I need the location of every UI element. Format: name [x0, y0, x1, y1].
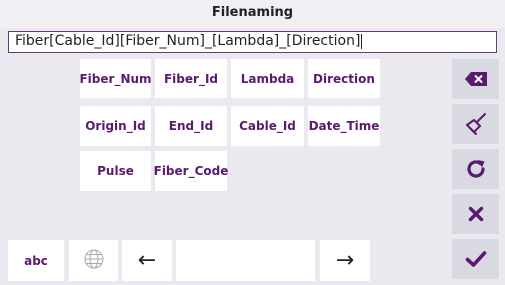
refresh-button[interactable] [452, 149, 499, 189]
clear-button[interactable] [452, 104, 499, 144]
text-cursor [361, 33, 363, 49]
key-fiber-id[interactable]: Fiber_Id [155, 59, 227, 98]
cursor-left-button[interactable]: ← [122, 240, 172, 281]
key-cable-id[interactable]: Cable_Id [231, 106, 304, 146]
cursor-right-button[interactable]: → [320, 240, 370, 281]
key-pulse[interactable]: Pulse [80, 151, 151, 191]
key-direction[interactable]: Direction [308, 59, 380, 98]
close-icon [468, 206, 484, 222]
dialog-title: Filenaming [0, 0, 505, 28]
filename-value: Fiber[Cable_Id][Fiber_Num]_[Lambda]_[Dir… [15, 33, 361, 49]
key-fiber-code[interactable]: Fiber_Code [154, 151, 228, 191]
backspace-button[interactable] [452, 59, 499, 99]
key-date-time[interactable]: Date_Time [308, 106, 380, 146]
confirm-check-icon [465, 250, 487, 268]
key-fiber-num[interactable]: Fiber_Num [79, 59, 152, 98]
key-lambda[interactable]: Lambda [231, 59, 304, 98]
language-button[interactable] [69, 240, 118, 281]
space-button[interactable] [176, 240, 315, 281]
abc-keyboard-button[interactable]: abc [8, 240, 64, 281]
key-origin-id[interactable]: Origin_Id [80, 106, 151, 146]
confirm-button[interactable] [452, 239, 499, 279]
cancel-button[interactable] [452, 194, 499, 234]
key-end-id[interactable]: End_Id [155, 106, 227, 146]
filename-input[interactable]: Fiber[Cable_Id][Fiber_Num]_[Lambda]_[Dir… [8, 31, 497, 53]
globe-icon [83, 248, 105, 273]
clear-broom-icon [463, 111, 489, 137]
refresh-icon [465, 158, 487, 180]
backspace-icon [464, 72, 487, 86]
